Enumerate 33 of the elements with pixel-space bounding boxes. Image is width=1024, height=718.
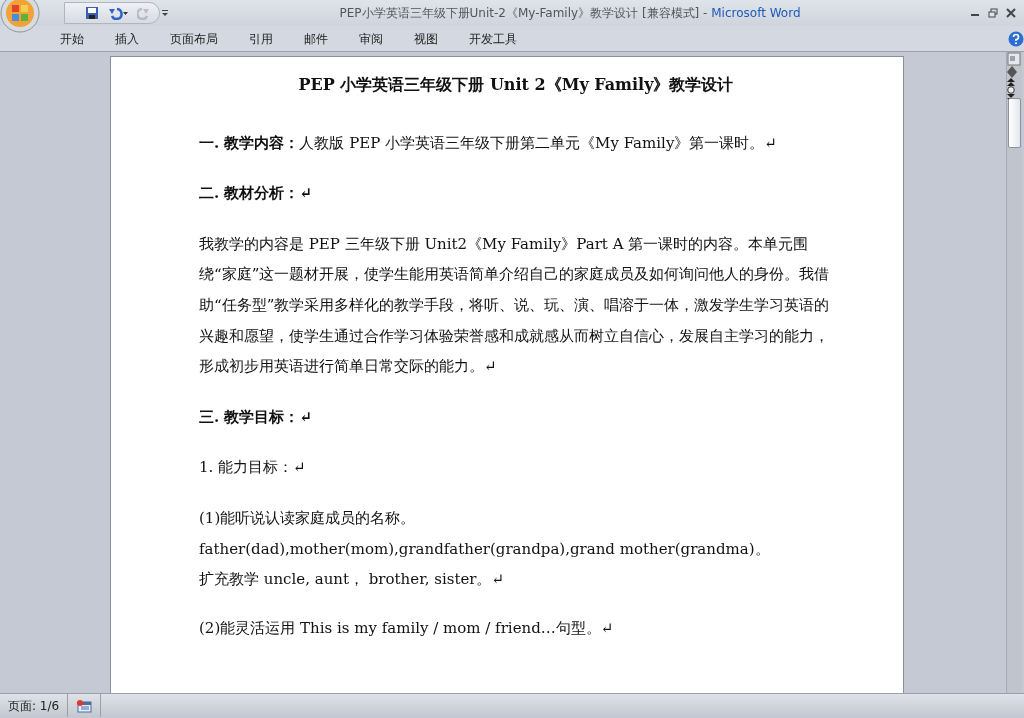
close-icon[interactable]: [1006, 8, 1016, 18]
scroll-thumb[interactable]: [1008, 98, 1021, 148]
section-heading: 二. 教材分析：↵: [199, 183, 313, 205]
document-title: PEP 小学英语三年级下册 Unit 2《My Family》教学设计: [297, 74, 735, 96]
text-line: (1)能听说认读家庭成员的名称。: [199, 507, 417, 529]
ribbon-tab[interactable]: 邮件: [302, 29, 330, 48]
section-heading: 三. 教学目标：↵: [199, 406, 313, 428]
ribbon-tab[interactable]: 视图: [412, 29, 440, 48]
ribbon-tab[interactable]: 插入: [113, 29, 141, 48]
ribbon-tab[interactable]: 开发工具: [467, 29, 519, 48]
restore-icon[interactable]: [988, 8, 998, 18]
customize-toolbar-icon[interactable]: [160, 7, 170, 19]
help-icon[interactable]: [1008, 30, 1024, 47]
text-line: father(dad),mother(mom),grandfather(grandpa),grand mother(grandma)。: [199, 538, 771, 560]
paragraph: 1. 能力目标：↵: [199, 457, 307, 479]
previous-page-icon[interactable]: [1007, 78, 1015, 86]
undo-icon[interactable]: [107, 6, 129, 20]
macro-record-icon[interactable]: [76, 698, 93, 713]
text-line: 扩充教学 uncle, aunt， brother, sister。↵: [199, 569, 506, 591]
browse-object-icon[interactable]: [1007, 86, 1015, 94]
scrollbar[interactable]: [1006, 52, 1022, 693]
scroll-down-icon[interactable]: [1007, 72, 1017, 78]
ribbon-tab[interactable]: 页面布局: [168, 29, 220, 48]
paragraph: 我教学的内容是 PEP 三年级下册 Unit2《My Family》Part A 第一课时的内容。本单元围绕“家庭”这一题材开展，使学生能用英语简单介绍自己的家庭成员及如何询问他人的身份。我借助“任务型”教学采用多样化的教学手段，将听、说、玩、演、唱溶于一体，激发学生学习英语的兴趣和愿望，使学生通过合作学习体验荣誉感和成就感从而树立自信心，发展自主学习的能力，形成初步用英语进行简单日常交际的能力。↵: [199, 233, 831, 378]
ribbon-tab[interactable]: 引用: [247, 29, 275, 48]
save-icon[interactable]: [85, 6, 99, 20]
paragraph: 一. 教学内容：人教版 PEP 小学英语三年级下册第二单元《My Family》第一课时。↵: [199, 132, 778, 154]
window-title: PEP小学英语三年级下册Unit-2《My-Family》教学设计 [兼容模式] - Microsoft Word: [339, 5, 801, 22]
page-indicator[interactable]: 页面: 1/6: [0, 694, 69, 717]
paragraph: (2)能灵活运用 This is my family / mom / friend…句型。↵: [199, 617, 615, 639]
ribbon-tab[interactable]: 审阅: [357, 29, 385, 48]
ruler-toggle-icon[interactable]: [1007, 52, 1021, 66]
ribbon-tab[interactable]: 开始: [58, 29, 86, 48]
